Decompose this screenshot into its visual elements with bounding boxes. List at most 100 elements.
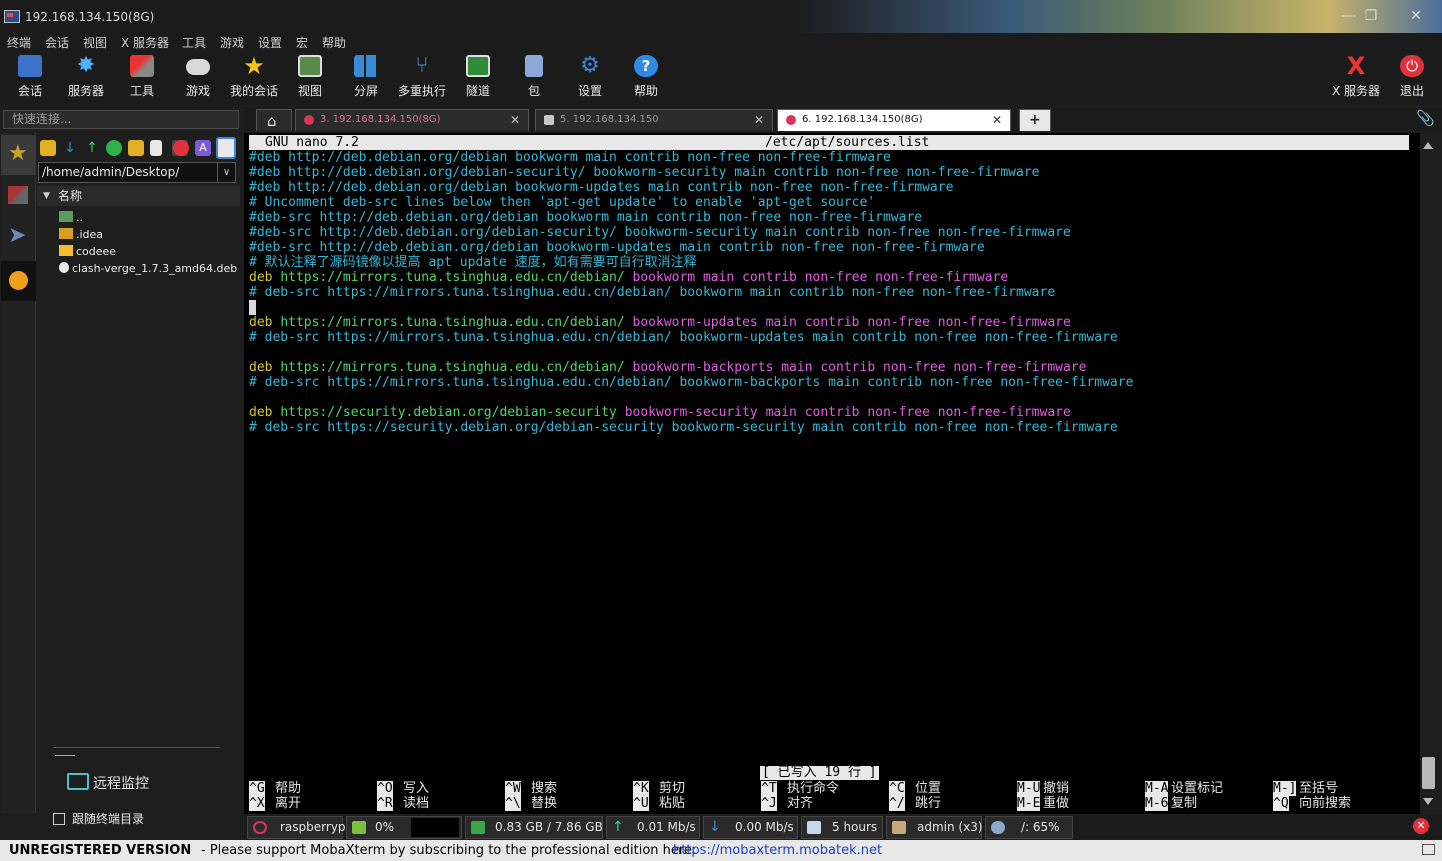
menu-help[interactable]: 帮助	[322, 34, 346, 51]
sessions-tab[interactable]: ★	[1, 135, 36, 175]
menu-tools[interactable]: 工具	[182, 34, 206, 51]
terminal-text: # deb-src https://security.debian.org/de…	[249, 420, 1118, 435]
remote-monitor-button[interactable]: 远程监控	[67, 773, 149, 793]
list-item[interactable]: ..	[59, 209, 83, 226]
session-button[interactable]: 会话	[10, 51, 50, 101]
exit-button[interactable]: ⏻ 退出	[1394, 51, 1430, 101]
checkbox-icon[interactable]	[53, 813, 65, 825]
settings-button[interactable]: ⚙ 设置	[570, 51, 610, 101]
chevron-down-icon[interactable]: ∨	[217, 163, 235, 182]
split-button[interactable]: 分屏	[346, 51, 386, 101]
parent-folder-icon[interactable]	[40, 140, 56, 156]
xserver-button[interactable]: X X 服务器	[1330, 51, 1382, 101]
macros-tab[interactable]: ➤	[1, 217, 36, 257]
shortcut-label: 粘贴	[659, 796, 686, 811]
scroll-up-icon[interactable]	[1423, 142, 1433, 149]
path-text: /home/admin/Desktop/	[42, 165, 180, 179]
status-bar: raspberrypi 0% 0.83 GB / 7.86 GB ↑ 0.01 …	[244, 815, 1442, 839]
shortcut-key: ^R	[377, 796, 393, 811]
terminal-text: #deb-src http://deb.debian.org/debian-se…	[249, 225, 1071, 240]
new-folder-icon[interactable]	[128, 140, 144, 156]
split-icon	[354, 55, 378, 77]
shortcut-label: 复制	[1171, 796, 1198, 811]
close-session-button[interactable]: ✕	[1413, 818, 1429, 834]
restore-button[interactable]: ❐	[1356, 8, 1386, 26]
terminal-line: deb https://mirrors.tuna.tsinghua.edu.cn…	[249, 360, 1086, 375]
shortcut-label: 离开	[275, 796, 302, 811]
terminal-line: deb https://mirrors.tuna.tsinghua.edu.cn…	[249, 315, 1071, 330]
tab-bar: ⌂ 3. 192.168.134.150(8G) ✕ 5. 192.168.13…	[244, 107, 1442, 131]
view-button[interactable]: 视图	[290, 51, 330, 101]
close-tab-icon[interactable]: ✕	[754, 110, 764, 130]
new-tab-button[interactable]: +	[1019, 109, 1051, 131]
shortcut-key: M-E	[1017, 796, 1041, 811]
menu-macro[interactable]: 宏	[296, 34, 308, 51]
scroll-down-icon[interactable]	[1423, 798, 1433, 805]
quick-connect-input[interactable]: 快速连接...	[3, 110, 239, 129]
terminal-text: https://mirrors.tuna.tsinghua.edu.cn/deb…	[280, 315, 633, 330]
sftp-tab[interactable]	[1, 261, 36, 301]
tab-session-6[interactable]: 6. 192.168.134.150(8G) ✕	[777, 109, 1011, 131]
drag-handle[interactable]	[55, 755, 75, 756]
close-tab-icon[interactable]: ✕	[992, 110, 1002, 130]
file-list-header[interactable]: ▼ 名称	[37, 186, 240, 206]
refresh-icon[interactable]	[106, 140, 122, 156]
status-host: raspberrypi	[247, 816, 349, 839]
collapse-arrow-icon[interactable]: ▼	[43, 186, 50, 206]
terminal-scrollbar[interactable]	[1420, 133, 1437, 814]
monitor-icon	[67, 773, 89, 790]
menu-terminal[interactable]: 终端	[7, 34, 31, 51]
close-button[interactable]: ✕	[1401, 8, 1431, 26]
shortcut-label: 撤销	[1043, 781, 1070, 796]
menu-games[interactable]: 游戏	[220, 34, 244, 51]
menu-view[interactable]: 视图	[83, 34, 107, 51]
terminal-icon	[544, 115, 554, 125]
panel-toggle-icon[interactable]	[216, 137, 236, 159]
tab-home[interactable]: ⌂	[256, 109, 292, 131]
packages-button[interactable]: 包	[514, 51, 554, 101]
list-item[interactable]: .idea	[59, 226, 103, 243]
menu-settings[interactable]: 设置	[258, 34, 282, 51]
list-item[interactable]: codeee	[59, 243, 116, 260]
terminal-text: # 默认注释了源码镜像以提高 apt update 速度，如有需要可自行取消注释	[249, 255, 697, 270]
download-icon[interactable]: ↓	[62, 140, 78, 156]
terminal-text: deb	[249, 405, 281, 420]
tab-session-3[interactable]: 3. 192.168.134.150(8G) ✕	[295, 109, 529, 131]
close-tab-icon[interactable]: ✕	[510, 110, 520, 130]
menu-xserver[interactable]: X 服务器	[121, 34, 169, 51]
new-file-icon[interactable]	[150, 140, 162, 156]
games-button[interactable]: 游戏	[178, 51, 218, 101]
shortcut-label: 向前搜索	[1299, 796, 1352, 811]
delete-icon[interactable]	[173, 140, 189, 156]
cpu-icon	[352, 821, 366, 834]
toolbar: 会话 ✸ 服务器 工具 游戏 ★ 我的会话 视图 分屏 ⑂ 多重执行 隧道 包 …	[0, 51, 1442, 105]
text-edit-icon[interactable]: A	[195, 140, 211, 156]
menu-session[interactable]: 会话	[45, 34, 69, 51]
terminal-text: #deb http://deb.debian.org/debian bookwo…	[249, 180, 954, 195]
tab-session-5[interactable]: 5. 192.168.134.150 ✕	[535, 109, 773, 131]
terminal-text: bookworm main contrib non-free non-free-…	[632, 270, 1009, 285]
shortcut-key: ^C	[889, 781, 905, 796]
power-icon: ⏻	[1400, 55, 1424, 77]
servers-button[interactable]: ✸ 服务器	[62, 51, 110, 101]
tools-button[interactable]: 工具	[122, 51, 162, 101]
scroll-thumb[interactable]	[1422, 757, 1435, 789]
column-name-header[interactable]: 名称	[58, 186, 82, 206]
path-field[interactable]: /home/admin/Desktop/ ∨	[38, 162, 236, 183]
shortcut-label: 重做	[1043, 796, 1070, 811]
cpu-graph	[411, 818, 459, 837]
upload-icon[interactable]: ↑	[84, 140, 100, 156]
help-button[interactable]: ? 帮助	[626, 51, 666, 101]
tunnel-button[interactable]: 隧道	[458, 51, 498, 101]
terminal[interactable]: GNU nano 7.2 /etc/apt/sources.list #deb …	[244, 133, 1420, 814]
multiexec-button[interactable]: ⑂ 多重执行	[394, 51, 450, 101]
tools-tab[interactable]	[1, 176, 36, 216]
folder-icon	[59, 245, 73, 256]
follow-terminal-checkbox[interactable]: 跟随终端目录	[53, 810, 144, 827]
my-sessions-button[interactable]: ★ 我的会话	[226, 51, 282, 101]
mobatek-link[interactable]: https://mobaxterm.mobatek.net	[673, 840, 882, 861]
status-memory: 0.83 GB / 7.86 GB	[465, 816, 603, 839]
resize-icon[interactable]	[1422, 844, 1435, 855]
list-item[interactable]: clash-verge_1.7.3_amd64.deb	[59, 260, 237, 277]
attach-icon[interactable]: 📎	[1416, 109, 1435, 127]
